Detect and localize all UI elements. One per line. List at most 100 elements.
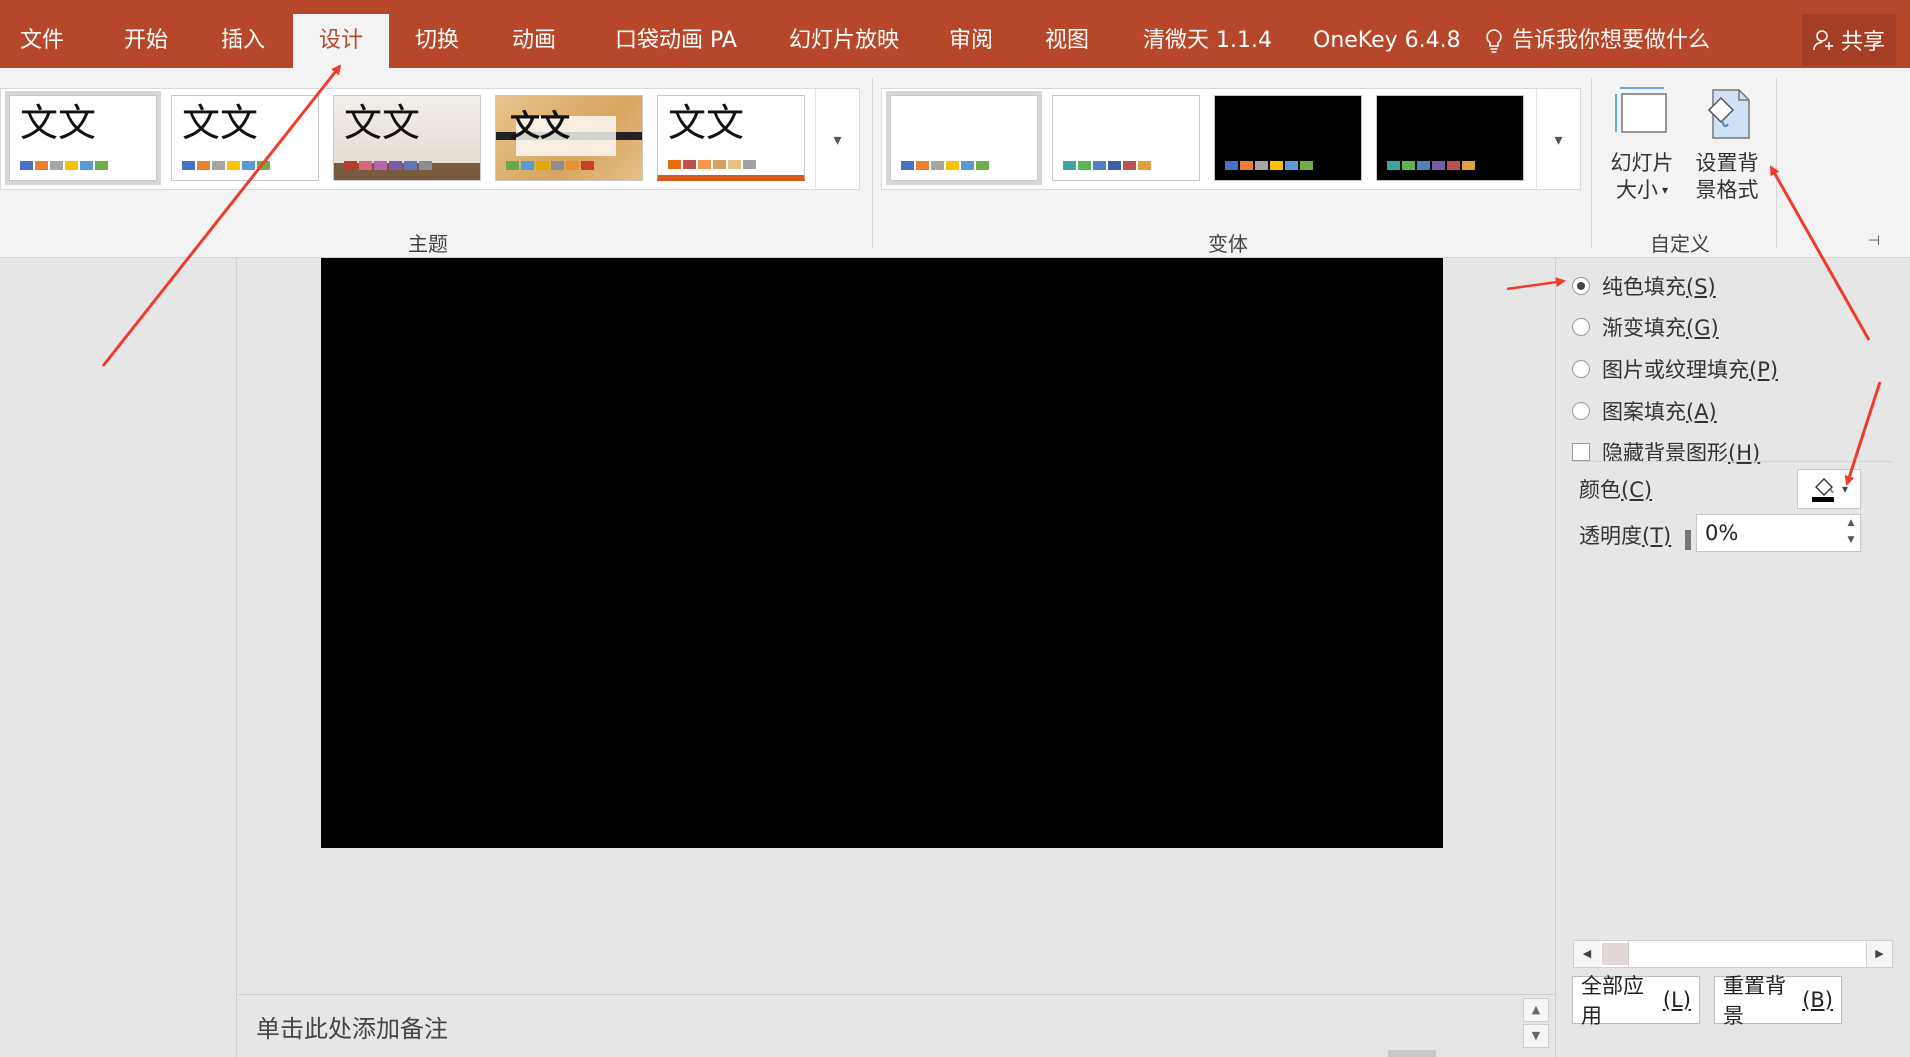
tab-home[interactable]: 开始 (110, 14, 182, 68)
format-background-pane: 纯色填充(S) 渐变填充(G) 图片或纹理填充(P) 图案填充(A) 隐藏背景图… (1555, 258, 1910, 1057)
reset-background-button[interactable]: 重置背景 (B) (1714, 974, 1842, 1028)
solid-fill-option[interactable]: 纯色填充(S) (1572, 270, 1716, 302)
slide-size-label-row: 大小 ▾ (1616, 177, 1668, 204)
theme-orange[interactable]: 文文 (657, 95, 805, 181)
picture-fill-text: 图片或纹理填充(P) (1602, 358, 1779, 382)
variant-4[interactable] (1376, 95, 1524, 181)
hide-background-graphics-option[interactable]: 隐藏背景图形(H) (1572, 436, 1760, 468)
variant-swatches (1387, 161, 1475, 170)
share-label: 共享 (1840, 30, 1885, 55)
scroll-left-icon[interactable]: ◀ (1574, 941, 1600, 967)
variants-more-button[interactable]: ▾ (1536, 89, 1580, 189)
theme-thumb-text: 文文 (510, 109, 570, 144)
transparency-label: 透明度(T) (1579, 524, 1672, 548)
themes-gallery: 文文 文文 文文 文文 文文 ▾ (0, 88, 860, 190)
gradient-fill-option[interactable]: 渐变填充(G) (1572, 311, 1719, 343)
spin-down-icon[interactable]: ▼ (1842, 532, 1860, 549)
variants-group-label: 变体 (1208, 232, 1248, 256)
tab-transitions[interactable]: 切换 (401, 14, 473, 68)
transparency-value: 0% (1705, 521, 1739, 545)
gradient-fill-text: 渐变填充(G) (1602, 316, 1719, 340)
format-background-icon (1707, 89, 1750, 139)
format-background-label-2: 景格式 (1695, 178, 1759, 202)
variant-swatches (1225, 161, 1313, 170)
notes-scrollbar[interactable]: ▲ ▼ (1523, 998, 1551, 1050)
notes-pane[interactable]: 单击此处添加备注 (238, 994, 1555, 1052)
variant-1[interactable] (886, 91, 1042, 185)
tab-onekey[interactable]: OneKey 6.4.8 (1299, 14, 1475, 68)
pattern-fill-text: 图案填充(A) (1602, 400, 1717, 424)
slide-size-icon (1615, 87, 1667, 133)
tell-me-search[interactable]: 告诉我你想要做什么 (1484, 14, 1710, 68)
theme-thumb-text: 文文 (668, 101, 745, 145)
notes-placeholder: 单击此处添加备注 (256, 1015, 448, 1043)
pane-horizontal-scrollbar[interactable]: ◀ ▶ (1573, 940, 1893, 968)
lightbulb-icon (1486, 29, 1502, 53)
fill-color-picker[interactable]: ▾ (1797, 469, 1861, 509)
pattern-fill-radio[interactable] (1572, 402, 1590, 420)
theme-swatches (344, 161, 432, 170)
theme-wood[interactable]: 文文 (495, 95, 643, 181)
transparency-spinner[interactable]: ▲ ▼ (1842, 515, 1860, 551)
theme-office-2[interactable]: 文文 (171, 95, 319, 181)
solid-fill-text: 纯色填充(S) (1602, 275, 1716, 299)
scroll-up-icon[interactable]: ▲ (1523, 998, 1549, 1022)
color-label: 颜色(C) (1579, 478, 1653, 502)
pane-divider (1572, 461, 1892, 462)
ribbon-separator (1591, 78, 1592, 248)
pattern-fill-option[interactable]: 图案填充(A) (1572, 395, 1717, 427)
share-button[interactable]: 共享 (1802, 14, 1896, 66)
tab-slideshow[interactable]: 幻灯片放映 (775, 14, 913, 68)
slide-size-label-1: 幻灯片 (1610, 151, 1674, 175)
tab-insert[interactable]: 插入 (207, 14, 279, 68)
slide-size-button[interactable]: 幻灯片 大小 ▾ (1601, 84, 1683, 204)
theme-swatches (20, 161, 108, 170)
theme-swatches (668, 160, 756, 169)
spin-up-icon[interactable]: ▲ (1842, 515, 1860, 532)
variant-3[interactable] (1214, 95, 1362, 181)
person-icon (1813, 30, 1833, 51)
tab-file[interactable]: 文件 (6, 14, 78, 68)
themes-more-button[interactable]: ▾ (815, 89, 859, 189)
tab-pocket-animation[interactable]: 口袋动画 PA (601, 14, 751, 68)
slide-canvas[interactable] (321, 258, 1443, 848)
chevron-down-icon: ▾ (1661, 183, 1669, 197)
scroll-right-icon[interactable]: ▶ (1866, 941, 1892, 967)
picture-fill-radio[interactable] (1572, 360, 1590, 378)
apply-to-all-button[interactable]: 全部应用 (L) (1572, 974, 1700, 1028)
variant-swatches (1063, 161, 1151, 170)
scroll-down-icon[interactable]: ▼ (1523, 1024, 1549, 1048)
scroll-divider (1628, 941, 1629, 967)
ribbon-separator (872, 78, 873, 248)
tab-design[interactable]: 设计 (293, 14, 389, 68)
pin-ribbon-icon[interactable]: ⊣ (1868, 233, 1880, 249)
theme-paper[interactable]: 文文 (333, 95, 481, 181)
hide-background-text: 隐藏背景图形(H) (1602, 441, 1761, 465)
scroll-thumb[interactable] (1602, 943, 1628, 965)
format-background-label-1: 设置背 (1695, 151, 1759, 175)
picture-fill-option[interactable]: 图片或纹理填充(P) (1572, 353, 1778, 385)
theme-thumb-text: 文文 (344, 101, 421, 145)
tab-animations[interactable]: 动画 (498, 14, 570, 68)
variant-swatches (901, 161, 989, 170)
transparency-input[interactable]: 0% ▲ ▼ (1696, 514, 1861, 552)
tab-review[interactable]: 审阅 (935, 14, 1007, 68)
tab-view[interactable]: 视图 (1031, 14, 1103, 68)
theme-thumb-text: 文文 (182, 101, 259, 145)
gradient-fill-radio[interactable] (1572, 318, 1590, 336)
solid-fill-radio[interactable] (1572, 277, 1590, 295)
slide-size-label-2: 大小 (1615, 178, 1658, 202)
theme-swatches (182, 161, 270, 170)
tab-qingweitian[interactable]: 清微天 1.1.4 (1129, 14, 1286, 68)
themes-group-label: 主题 (408, 232, 448, 256)
slide-thumbnail-pane[interactable] (0, 258, 237, 1057)
format-background-button[interactable]: 设置背 景格式 (1686, 84, 1768, 204)
chevron-down-icon: ▾ (833, 129, 842, 149)
theme-office[interactable]: 文文 (5, 91, 161, 185)
transparency-slider[interactable] (1685, 530, 1691, 550)
ribbon-tab-bar: 文件 开始 插入 设计 切换 动画 口袋动画 PA 幻灯片放映 审阅 视图 清微… (0, 0, 1910, 68)
variant-2[interactable] (1052, 95, 1200, 181)
theme-thumb-text: 文文 (20, 101, 97, 145)
hide-background-checkbox[interactable] (1572, 443, 1590, 461)
variants-gallery: ▾ (881, 88, 1581, 190)
